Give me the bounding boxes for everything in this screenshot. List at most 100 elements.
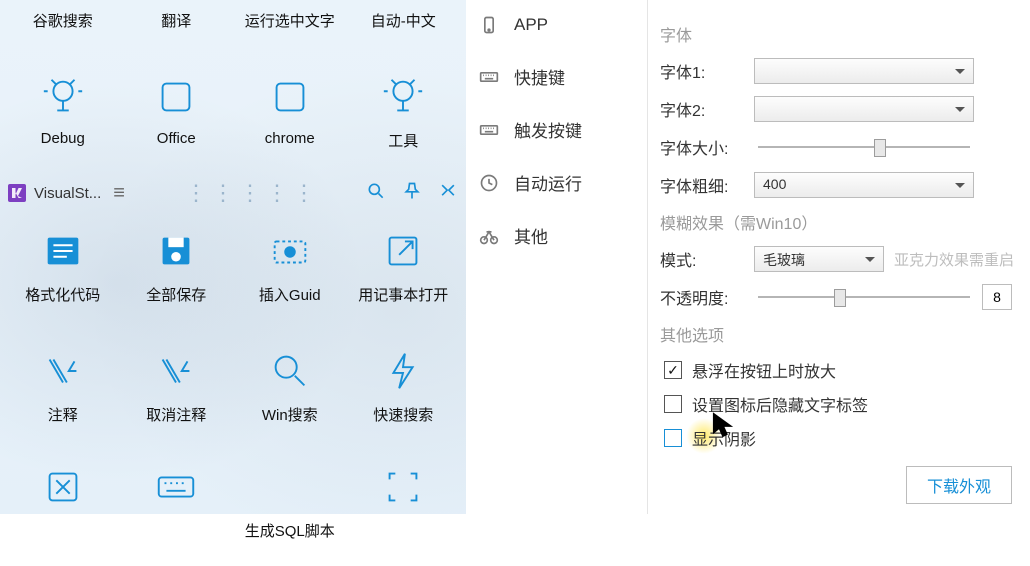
label: 快速搜索 [373, 404, 433, 425]
launcher-item-google-search[interactable]: 谷歌搜索 [10, 0, 116, 56]
launcher-item-sql[interactable]: 生成SQL脚本 [237, 446, 343, 566]
label: APP [514, 15, 548, 35]
drag-handle-icon[interactable]: ⋮⋮⋮⋮⋮ [185, 180, 320, 206]
launcher-item-comment[interactable]: 注释 [10, 330, 116, 450]
cursor-icon [712, 412, 734, 443]
search-icon [267, 348, 313, 394]
launcher-item-office[interactable]: Office [123, 56, 229, 176]
sidebar-item-trigger[interactable]: 触发按键 [466, 103, 647, 156]
visual-studio-icon [8, 184, 26, 202]
label: 自动运行 [514, 170, 582, 195]
launcher-item-insert-guid[interactable]: 插入Guid [237, 210, 343, 330]
launcher-item-close-box[interactable] [10, 446, 116, 566]
taskbar: VisualSt... ≡ ⋮⋮⋮⋮⋮ [0, 176, 466, 210]
launcher-row-2: 格式化代码 全部保存 插入Guid 用记事本打开 [0, 210, 466, 330]
search-icon[interactable] [366, 181, 386, 206]
label: 插入Guid [259, 284, 321, 305]
launcher-row-1: Debug Office chrome 工具 [0, 56, 466, 176]
sidebar-item-autorun[interactable]: 自动运行 [466, 156, 647, 209]
launcher-item-run-selected[interactable]: 运行选中文字 [237, 0, 343, 56]
sidebar-item-shortcut[interactable]: 快捷键 [466, 50, 647, 103]
launcher-item-format-code[interactable]: 格式化代码 [10, 210, 116, 330]
checkbox-icon [664, 429, 682, 447]
label: Office [157, 130, 196, 147]
section-font-title: 字体 [660, 22, 1030, 46]
label: 格式化代码 [25, 284, 100, 305]
bulb-icon [40, 74, 86, 120]
label: 翻译 [161, 10, 191, 31]
label-font-weight: 字体粗细: [660, 173, 754, 197]
bike-icon [478, 225, 500, 247]
keyboard-icon [478, 66, 500, 88]
clock-icon [478, 172, 500, 194]
label: 悬浮在按钮上时放大 [692, 358, 836, 382]
label: 全部保存 [146, 284, 206, 305]
square-icon [267, 74, 313, 120]
lines-icon [40, 228, 86, 274]
label: Debug [41, 130, 85, 147]
comment-icon [40, 348, 86, 394]
label: 用记事本打开 [358, 284, 448, 305]
launcher-item-open-notepad[interactable]: 用记事本打开 [350, 210, 456, 330]
launcher-item-keyboard[interactable] [123, 446, 229, 566]
label-font2: 字体2: [660, 97, 754, 121]
label: 快捷键 [514, 64, 565, 89]
menu-icon[interactable]: ≡ [113, 182, 125, 205]
launcher-item-quick-search[interactable]: 快速搜索 [350, 330, 456, 450]
settings-form: 字体 字体1: 字体2: 字体大小: 字体粗细:400 模糊效果（需Win10）… [648, 0, 1030, 514]
label-mode: 模式: [660, 247, 754, 271]
sidebar-item-app[interactable]: APP [466, 0, 647, 50]
launcher-item-save-all[interactable]: 全部保存 [123, 210, 229, 330]
camera-icon [267, 228, 313, 274]
external-icon [380, 228, 426, 274]
bulb-icon [380, 74, 426, 120]
checkbox-icon [664, 395, 682, 413]
square-icon [153, 74, 199, 120]
launcher-item-debug[interactable]: Debug [10, 56, 116, 176]
launcher-row-4: 生成SQL脚本 [0, 446, 466, 566]
app-title: VisualSt... [34, 185, 101, 202]
label: 谷歌搜索 [33, 10, 93, 31]
slider-font-size[interactable] [754, 134, 974, 160]
launcher-item-win-search[interactable]: Win搜索 [237, 330, 343, 450]
launcher-item-scan[interactable] [350, 446, 456, 566]
label-font-size: 字体大小: [660, 135, 754, 159]
launcher-item-translate[interactable]: 翻译 [123, 0, 229, 56]
sidebar-item-other[interactable]: 其他 [466, 209, 647, 262]
combo-font-weight[interactable]: 400 [754, 172, 974, 198]
download-appearance-button[interactable]: 下载外观 [906, 466, 1012, 504]
label: 自动-中文 [371, 10, 436, 31]
label: 注释 [48, 404, 78, 425]
combo-font2[interactable] [754, 96, 974, 122]
checkbox-icon: ✓ [664, 361, 682, 379]
launcher-row-0: 谷歌搜索 翻译 运行选中文字 自动-中文 [0, 0, 466, 56]
close-box-icon [40, 464, 86, 510]
launcher-item-uncomment[interactable]: 取消注释 [123, 330, 229, 450]
launcher-item-tools[interactable]: 工具 [350, 56, 456, 176]
label: 其他 [514, 223, 548, 248]
slider-opacity[interactable] [754, 284, 974, 310]
launcher-item-auto-cn[interactable]: 自动-中文 [350, 0, 456, 56]
scan-icon [380, 464, 426, 510]
pin-icon[interactable] [402, 181, 422, 206]
keyboard-icon [478, 119, 500, 141]
check-hover-zoom[interactable]: ✓ 悬浮在按钮上时放大 [664, 358, 1030, 382]
combo-mode[interactable]: 毛玻璃 [754, 246, 884, 272]
mode-hint: 亚克力效果需重启 [894, 249, 1014, 270]
label: Win搜索 [262, 404, 318, 425]
settings-sidebar: APP 快捷键 触发按键 自动运行 其他 [466, 0, 648, 514]
combo-font1[interactable] [754, 58, 974, 84]
label-opacity: 不透明度: [660, 285, 754, 309]
opacity-value[interactable]: 8 [982, 284, 1012, 310]
label: chrome [265, 130, 315, 147]
section-blur-title: 模糊效果（需Win10） [660, 210, 1030, 234]
blank-icon [267, 464, 313, 510]
label: 取消注释 [146, 404, 206, 425]
label: 工具 [388, 130, 418, 151]
settings-icon[interactable] [438, 181, 458, 206]
launcher-row-3: 注释 取消注释 Win搜索 快速搜索 [0, 330, 466, 450]
launcher-item-chrome[interactable]: chrome [237, 56, 343, 176]
save-icon [153, 228, 199, 274]
section-other-title: 其他选项 [660, 322, 1030, 346]
label-font1: 字体1: [660, 59, 754, 83]
